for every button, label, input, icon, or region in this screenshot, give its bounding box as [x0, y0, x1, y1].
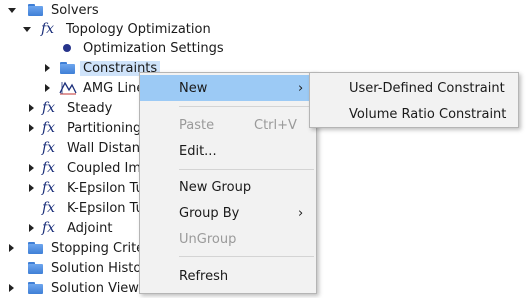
menu-item-edit[interactable]: Edit... — [140, 138, 316, 164]
tree-node-solvers[interactable]: Solvers — [8, 0, 99, 20]
folder-icon — [28, 242, 44, 254]
tree-node-label: Wall Distanc — [67, 140, 148, 156]
submenu-item-label: Volume Ratio Constraint — [349, 106, 507, 122]
folder-icon — [60, 62, 76, 74]
tree-node-label: Optimization Settings — [83, 40, 224, 56]
tree-node-label: K-Epsilon Tu — [67, 180, 144, 196]
tree-node-label: Solvers — [51, 2, 99, 18]
menu-item-paste[interactable]: Paste Ctrl+V — [140, 112, 316, 138]
function-icon: fx — [42, 200, 56, 216]
menu-item-shortcut: Ctrl+V — [254, 117, 297, 133]
menu-item-label: New Group — [179, 179, 252, 195]
expand-arrow-icon[interactable] — [44, 83, 52, 93]
menu-item-new-group[interactable]: New Group — [140, 174, 316, 200]
menu-item-new[interactable]: New › — [140, 75, 316, 101]
tree-node-steady[interactable]: fx Steady — [28, 98, 112, 118]
tree-node-label: Solution Views — [51, 280, 146, 296]
tree-node-k-epsilon-1[interactable]: fx K-Epsilon Tu — [28, 178, 144, 198]
menu-item-label: Paste — [179, 117, 215, 133]
folder-icon — [28, 262, 44, 274]
tree-node-wall-distance[interactable]: fx Wall Distanc — [42, 138, 147, 158]
context-menu: New › Paste Ctrl+V Edit... New Group Gro… — [139, 72, 317, 294]
amg-solver-icon — [59, 81, 77, 95]
menu-item-label: Group By — [179, 205, 240, 221]
function-icon: fx — [41, 21, 55, 37]
function-icon: fx — [42, 140, 56, 156]
tree-node-solution-views[interactable]: Solution Views — [8, 278, 146, 298]
function-icon: fx — [42, 100, 56, 116]
menu-separator — [179, 106, 314, 107]
submenu-item-label: User-Defined Constraint — [349, 80, 505, 96]
tree-node-solution-history[interactable]: Solution Histor — [28, 258, 147, 278]
tree-node-optimization-settings[interactable]: Optimization Settings — [63, 38, 224, 58]
function-icon: fx — [42, 160, 56, 176]
expand-arrow-icon[interactable] — [8, 243, 16, 253]
tree-node-label: Solution Histor — [51, 260, 147, 276]
menu-item-label: Edit... — [179, 143, 217, 159]
menu-item-ungroup[interactable]: UnGroup — [140, 226, 316, 252]
submenu-item-volume-ratio-constraint[interactable]: Volume Ratio Constraint — [310, 101, 518, 127]
tree-node-partitioning[interactable]: fx Partitioning — [28, 118, 141, 138]
tree-node-label: Topology Optimization — [66, 21, 211, 37]
bullet-icon — [63, 44, 71, 52]
menu-item-label: Refresh — [179, 268, 229, 284]
tree-node-coupled[interactable]: fx Coupled Imp — [28, 158, 149, 178]
expand-arrow-icon[interactable] — [28, 123, 36, 133]
expand-arrow-icon[interactable] — [28, 183, 36, 193]
tree-node-label: Steady — [67, 100, 113, 116]
tree-node-label: Adjoint — [67, 220, 113, 236]
submenu-arrow-icon: › — [298, 80, 304, 96]
tree-node-label: AMG Line — [83, 80, 145, 96]
function-icon: fx — [42, 220, 56, 236]
menu-separator — [179, 256, 314, 257]
expand-arrow-icon[interactable] — [28, 103, 36, 113]
tree-node-label: Partitioning — [67, 120, 142, 136]
menu-separator — [179, 169, 314, 170]
submenu-arrow-icon: › — [298, 205, 304, 221]
menu-item-group-by[interactable]: Group By › — [140, 200, 316, 226]
tree-node-label: K-Epsilon Tu — [67, 200, 144, 216]
folder-icon — [28, 4, 44, 16]
submenu-item-user-defined-constraint[interactable]: User-Defined Constraint — [310, 75, 518, 101]
expand-arrow-icon[interactable] — [28, 223, 36, 233]
menu-item-label: UnGroup — [179, 231, 237, 247]
expand-arrow-icon[interactable] — [28, 163, 36, 173]
tree-node-topology-optimization[interactable]: fx Topology Optimization — [23, 19, 211, 39]
collapse-arrow-icon[interactable] — [8, 5, 16, 15]
function-icon: fx — [42, 120, 56, 136]
tree-node-amg[interactable]: AMG Line — [44, 78, 144, 98]
tree-node-label: Coupled Imp — [67, 160, 150, 176]
menu-item-label: New — [179, 80, 208, 96]
collapse-arrow-icon[interactable] — [23, 24, 31, 34]
tree-node-stopping-criteria[interactable]: Stopping Criter — [8, 238, 150, 258]
menu-item-refresh[interactable]: Refresh — [140, 263, 316, 289]
function-icon: fx — [42, 180, 56, 196]
expand-arrow-icon[interactable] — [8, 283, 16, 293]
expand-arrow-icon[interactable] — [44, 63, 52, 73]
tree-node-adjoint[interactable]: fx Adjoint — [28, 218, 112, 238]
tree-node-label: Stopping Criter — [51, 240, 150, 256]
tree-node-k-epsilon-2[interactable]: fx K-Epsilon Tu — [42, 198, 144, 218]
new-submenu: User-Defined Constraint Volume Ratio Con… — [309, 72, 519, 128]
folder-icon — [28, 282, 44, 294]
